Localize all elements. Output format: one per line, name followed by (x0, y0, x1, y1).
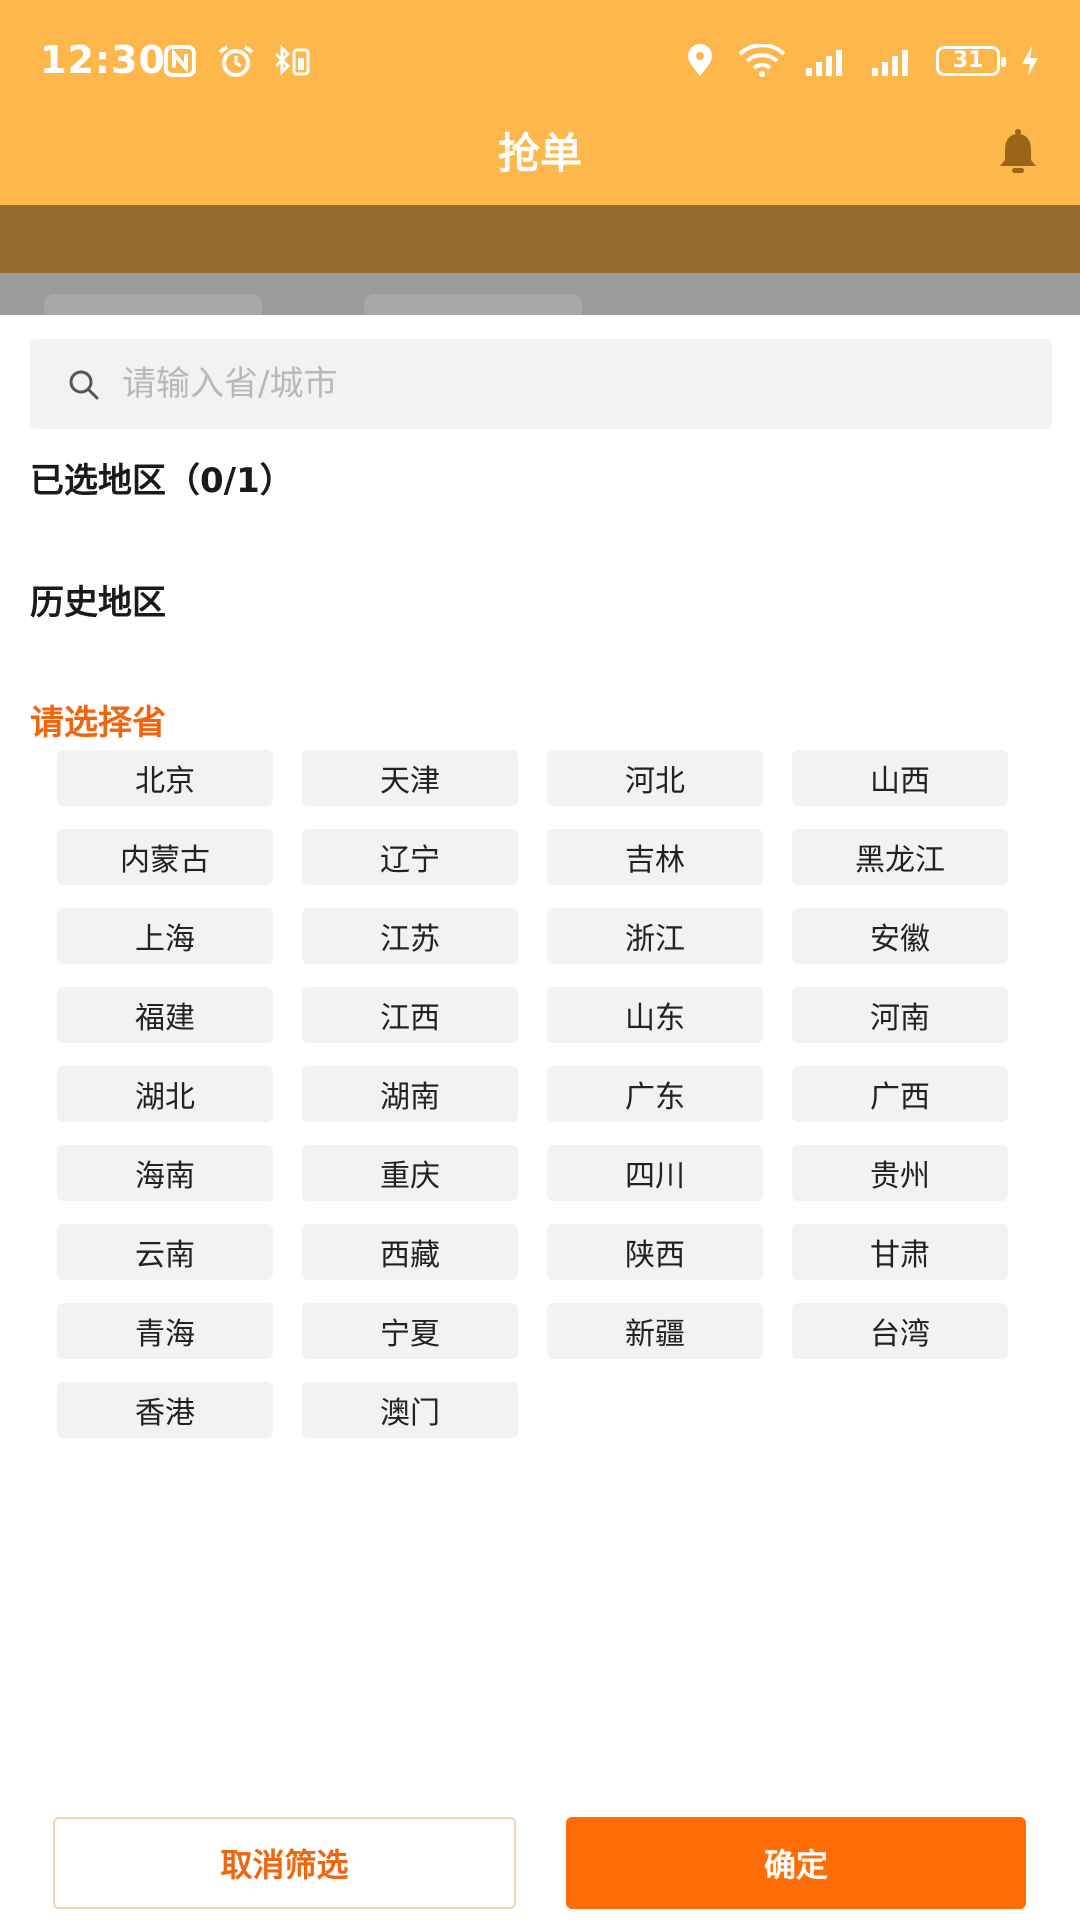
province-chip[interactable]: 海南 (57, 1145, 273, 1201)
province-chip[interactable]: 福建 (57, 987, 273, 1043)
screen: 12:30 31 抢单 请输入省/城市 已选地区（0/1） 历史地区 请选择省 … (0, 0, 1080, 1920)
province-chip[interactable]: 内蒙古 (57, 829, 273, 885)
history-region-title: 历史地区 (30, 583, 166, 623)
province-chip[interactable]: 四川 (547, 1145, 763, 1201)
selected-region-title: 已选地区（0/1） (30, 461, 294, 501)
location-icon (688, 44, 712, 76)
province-chip[interactable]: 澳门 (302, 1382, 518, 1438)
province-chip[interactable]: 青海 (57, 1303, 273, 1359)
header: 12:30 31 抢单 (0, 0, 1080, 205)
province-chip[interactable]: 上海 (57, 908, 273, 964)
status-time: 12:30 (40, 38, 166, 82)
search-input[interactable] (122, 357, 1022, 411)
province-chip[interactable]: 香港 (57, 1382, 273, 1438)
province-chip[interactable]: 重庆 (302, 1145, 518, 1201)
province-chip[interactable]: 北京 (57, 750, 273, 806)
province-chip[interactable]: 广西 (792, 1066, 1008, 1122)
status-right-icons: 31 (680, 44, 1042, 78)
wifi-icon (738, 44, 786, 77)
status-bar: 12:30 31 (0, 0, 1080, 120)
province-chip[interactable]: 甘肃 (792, 1224, 1008, 1280)
province-chip[interactable]: 天津 (302, 750, 518, 806)
province-chip[interactable]: 山西 (792, 750, 1008, 806)
dimmed-chip (44, 294, 262, 316)
cancel-filter-button[interactable]: 取消筛选 (53, 1817, 516, 1909)
province-chip[interactable]: 江苏 (302, 908, 518, 964)
nfc-icon (164, 45, 196, 77)
charging-icon (1022, 46, 1038, 76)
province-chip[interactable]: 陕西 (547, 1224, 763, 1280)
province-chip[interactable]: 新疆 (547, 1303, 763, 1359)
province-chip[interactable]: 广东 (547, 1066, 763, 1122)
province-chip[interactable]: 西藏 (302, 1224, 518, 1280)
alarm-icon (218, 45, 254, 77)
dimmed-chip (364, 294, 582, 316)
province-chip[interactable]: 云南 (57, 1224, 273, 1280)
status-left-icons (160, 44, 312, 78)
province-chip[interactable]: 黑龙江 (792, 829, 1008, 885)
province-chip[interactable]: 吉林 (547, 829, 763, 885)
bluetooth-battery-icon (274, 44, 310, 76)
search-icon (69, 370, 99, 400)
dimmed-tab-bar (0, 205, 1080, 273)
signal-icon-2 (872, 50, 908, 76)
page-title: 抢单 (497, 129, 582, 178)
province-chip[interactable]: 湖北 (57, 1066, 273, 1122)
province-chip[interactable]: 浙江 (547, 908, 763, 964)
signal-icon-1 (806, 50, 842, 76)
province-chip[interactable]: 湖南 (302, 1066, 518, 1122)
province-chip[interactable]: 河南 (792, 987, 1008, 1043)
region-filter-sheet: 已选地区（0/1） 历史地区 请选择省 北京天津河北山西内蒙古辽宁吉林黑龙江上海… (0, 315, 1080, 1920)
battery-indicator: 31 (936, 46, 1006, 76)
choose-province-title: 请选择省 (30, 703, 166, 743)
search-bar[interactable] (30, 339, 1052, 429)
bell-icon[interactable] (994, 128, 1042, 176)
province-chip[interactable]: 安徽 (792, 908, 1008, 964)
province-chip[interactable]: 贵州 (792, 1145, 1008, 1201)
province-chip[interactable]: 山东 (547, 987, 763, 1043)
province-chip[interactable]: 台湾 (792, 1303, 1008, 1359)
confirm-button[interactable]: 确定 (566, 1817, 1026, 1909)
province-chip[interactable]: 河北 (547, 750, 763, 806)
province-chip[interactable]: 江西 (302, 987, 518, 1043)
province-chip[interactable]: 辽宁 (302, 829, 518, 885)
province-chip[interactable]: 宁夏 (302, 1303, 518, 1359)
